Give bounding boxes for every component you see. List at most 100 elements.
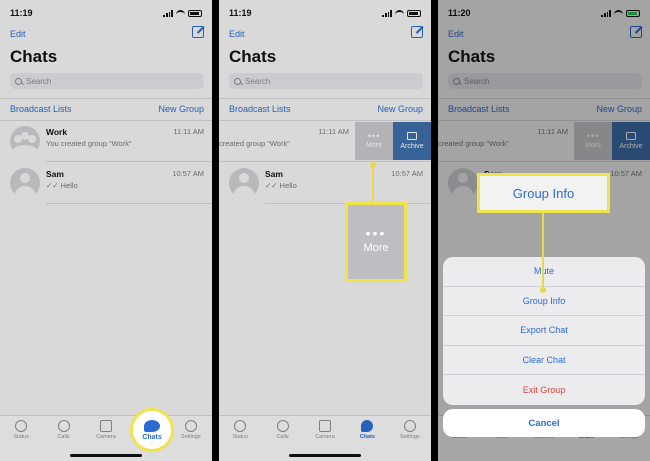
more-dots-icon: ••• (586, 131, 600, 141)
chat-time: 11:11 AM (173, 127, 204, 136)
more-dots-icon: ••• (367, 131, 381, 141)
compose-icon[interactable] (192, 26, 204, 38)
signal-icon (601, 9, 611, 17)
person-avatar-icon (448, 168, 478, 198)
status-bar: 11:20 (448, 6, 640, 20)
chat-name: Sam (265, 169, 283, 179)
tab-status[interactable]: Status (4, 420, 38, 461)
chat-row-work[interactable]: Work You created group “Work” 11:11 AM (0, 122, 212, 160)
divider (219, 161, 431, 162)
chat-message: You created group “Work” (46, 139, 132, 148)
divider (438, 98, 650, 99)
archive-swipe-button[interactable]: Archive (612, 122, 650, 160)
tab-settings[interactable]: Settings (393, 420, 427, 461)
gear-icon (184, 420, 197, 432)
status-icon (234, 420, 247, 432)
gear-icon (403, 420, 416, 432)
signal-icon (382, 9, 392, 17)
home-indicator (289, 454, 361, 457)
page-title: Chats (229, 47, 277, 66)
chat-message: ✓✓ Hello (265, 181, 297, 190)
chats-tab-highlight[interactable]: Chats (130, 408, 174, 452)
search-icon (15, 77, 22, 85)
more-swipe-button[interactable]: ••• More (574, 122, 612, 160)
cancel-button[interactable]: Cancel (443, 409, 645, 437)
search-placeholder: Search (245, 76, 271, 86)
battery-icon (188, 9, 202, 17)
search-icon (234, 77, 241, 85)
compose-icon[interactable] (411, 26, 423, 38)
edit-button[interactable]: Edit (10, 29, 26, 39)
new-group-link[interactable]: New Group (158, 104, 204, 114)
status-time: 11:19 (229, 8, 252, 18)
archive-box-icon (407, 132, 417, 140)
search-input[interactable]: Search (10, 73, 204, 89)
camera-icon (318, 420, 331, 432)
dim-overlay (0, 0, 212, 461)
compose-icon[interactable] (630, 26, 642, 38)
search-input[interactable]: Search (448, 73, 642, 89)
tutorial-composite: 11:19 Edit Chats Search Broadcast Lists … (0, 0, 650, 461)
divider (219, 120, 431, 121)
chat-time: 10:57 AM (610, 169, 642, 178)
chat-time: 10:57 AM (391, 169, 423, 178)
person-avatar-icon (229, 168, 259, 198)
battery-icon (626, 9, 640, 17)
chat-time: 11:11 AM (537, 127, 568, 136)
signal-icon (163, 9, 173, 17)
status-icon (15, 420, 28, 432)
person-avatar-icon (10, 168, 40, 198)
search-input[interactable]: Search (229, 73, 423, 89)
clear-chat-option[interactable]: Clear Chat (443, 346, 645, 376)
tab-settings[interactable]: Settings (174, 420, 208, 461)
divider (438, 161, 650, 162)
exit-group-option[interactable]: Exit Group (443, 375, 645, 405)
list-links: Broadcast Lists New Group (448, 104, 642, 114)
wifi-icon (395, 9, 404, 17)
new-group-link[interactable]: New Group (596, 104, 642, 114)
more-callout: ••• More (345, 202, 407, 282)
broadcast-lists-link[interactable]: Broadcast Lists (448, 104, 510, 114)
chat-time: 10:57 AM (172, 169, 204, 178)
edit-button[interactable]: Edit (448, 29, 464, 39)
export-chat-option[interactable]: Export Chat (443, 316, 645, 346)
status-time: 11:19 (10, 8, 33, 18)
chat-row-sam[interactable]: Sam ✓✓ Hello 10:57 AM (219, 164, 431, 202)
search-placeholder: Search (26, 76, 52, 86)
status-bar: 11:19 (229, 6, 421, 20)
callout-line (542, 213, 544, 289)
phone-icon (276, 420, 289, 432)
divider (438, 120, 650, 121)
home-indicator (70, 454, 142, 457)
chats-icon (361, 420, 374, 432)
divider (219, 98, 431, 99)
more-swipe-button[interactable]: ••• More (355, 122, 393, 160)
archive-box-icon (626, 132, 636, 140)
new-group-link[interactable]: New Group (377, 104, 423, 114)
status-bar: 11:19 (10, 6, 202, 20)
edit-button[interactable]: Edit (229, 29, 245, 39)
chats-bubble-icon (144, 419, 160, 432)
broadcast-lists-link[interactable]: Broadcast Lists (10, 104, 72, 114)
chat-name: Sam (46, 169, 64, 179)
chat-name: Work (46, 127, 68, 137)
search-icon (453, 77, 460, 85)
callout-dot (540, 287, 546, 293)
divider (0, 98, 212, 99)
wifi-icon (176, 9, 185, 17)
more-dots-icon: ••• (365, 225, 387, 241)
mute-option[interactable]: Mute (443, 257, 645, 287)
battery-icon (407, 9, 421, 17)
chat-message: created group “Work” (219, 139, 290, 148)
group-avatar-icon (10, 126, 40, 156)
chat-message: created group “Work” (438, 139, 509, 148)
divider (46, 161, 212, 162)
chat-row-sam[interactable]: Sam ✓✓ Hello 10:57 AM (0, 164, 212, 202)
search-placeholder: Search (464, 76, 490, 86)
archive-swipe-button[interactable]: Archive (393, 122, 431, 160)
page-title: Chats (10, 47, 58, 66)
broadcast-lists-link[interactable]: Broadcast Lists (229, 104, 291, 114)
tab-status[interactable]: Status (223, 420, 257, 461)
divider (0, 120, 212, 121)
page-title: Chats (448, 47, 496, 66)
